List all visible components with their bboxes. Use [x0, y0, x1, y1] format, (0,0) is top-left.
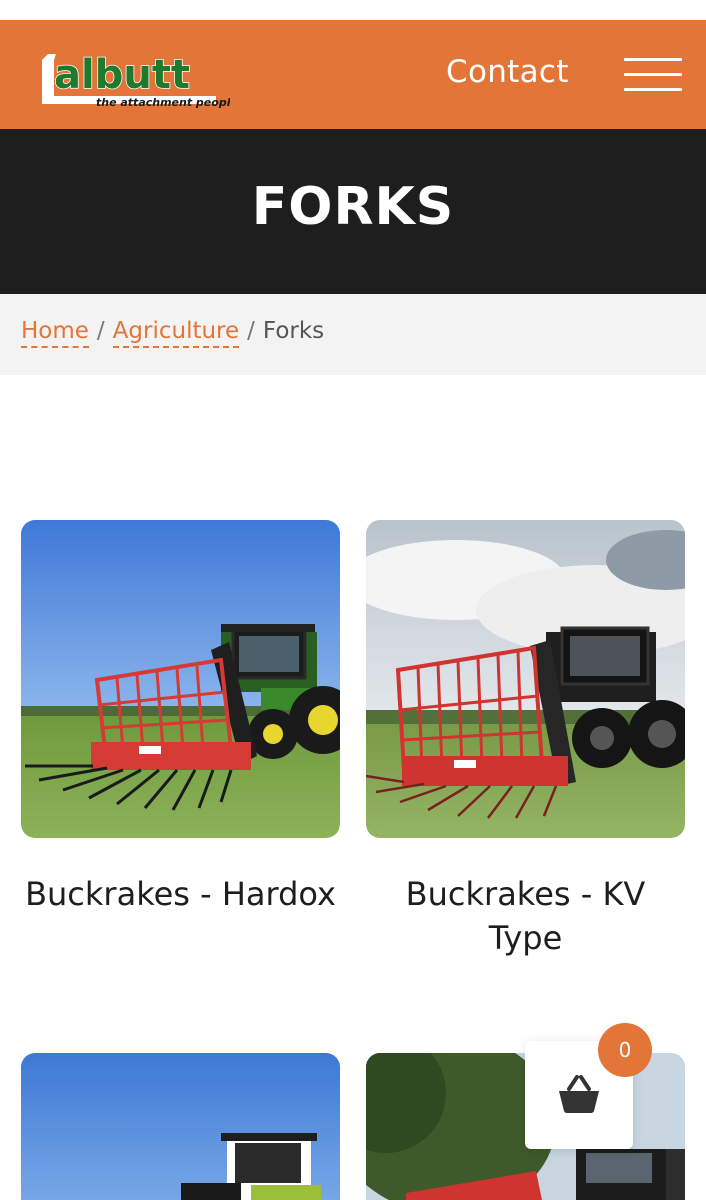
breadcrumb-agriculture-link[interactable]: Agriculture — [112, 318, 240, 348]
cart-count-badge[interactable]: 0 — [598, 1023, 652, 1077]
svg-text:albutt: albutt — [54, 52, 190, 98]
product-photo[interactable] — [21, 1053, 340, 1200]
buckrake-kv-type-photo[interactable] — [366, 520, 685, 838]
product-card[interactable] — [21, 1053, 340, 1200]
breadcrumb-separator: / — [96, 318, 105, 344]
page-title: FORKS — [251, 177, 455, 237]
buckrake-hardox-photo[interactable] — [21, 520, 340, 838]
status-strip — [0, 0, 706, 20]
breadcrumb-separator: / — [247, 318, 255, 344]
product-card-buckrakes-kv-type[interactable]: Buckrakes - KV Type — [366, 520, 685, 957]
albutt-logo[interactable]: albutt the attachment people — [40, 44, 230, 108]
page-hero: FORKS — [0, 129, 706, 294]
site-header: albutt the attachment people Contact — [0, 20, 706, 129]
hamburger-menu-icon[interactable] — [624, 58, 682, 92]
breadcrumb-home-link[interactable]: Home — [21, 318, 89, 348]
product-title[interactable]: Buckrakes - Hardox — [21, 872, 340, 916]
product-card-buckrakes-hardox[interactable]: Buckrakes - Hardox — [21, 520, 340, 913]
breadcrumb-current: Forks — [262, 318, 325, 344]
contact-link[interactable]: Contact — [446, 54, 569, 90]
breadcrumb: Home / Agriculture / Forks — [0, 294, 706, 375]
product-title[interactable]: Buckrakes - KV Type — [366, 872, 685, 960]
svg-text:the attachment people: the attachment people — [96, 96, 230, 108]
